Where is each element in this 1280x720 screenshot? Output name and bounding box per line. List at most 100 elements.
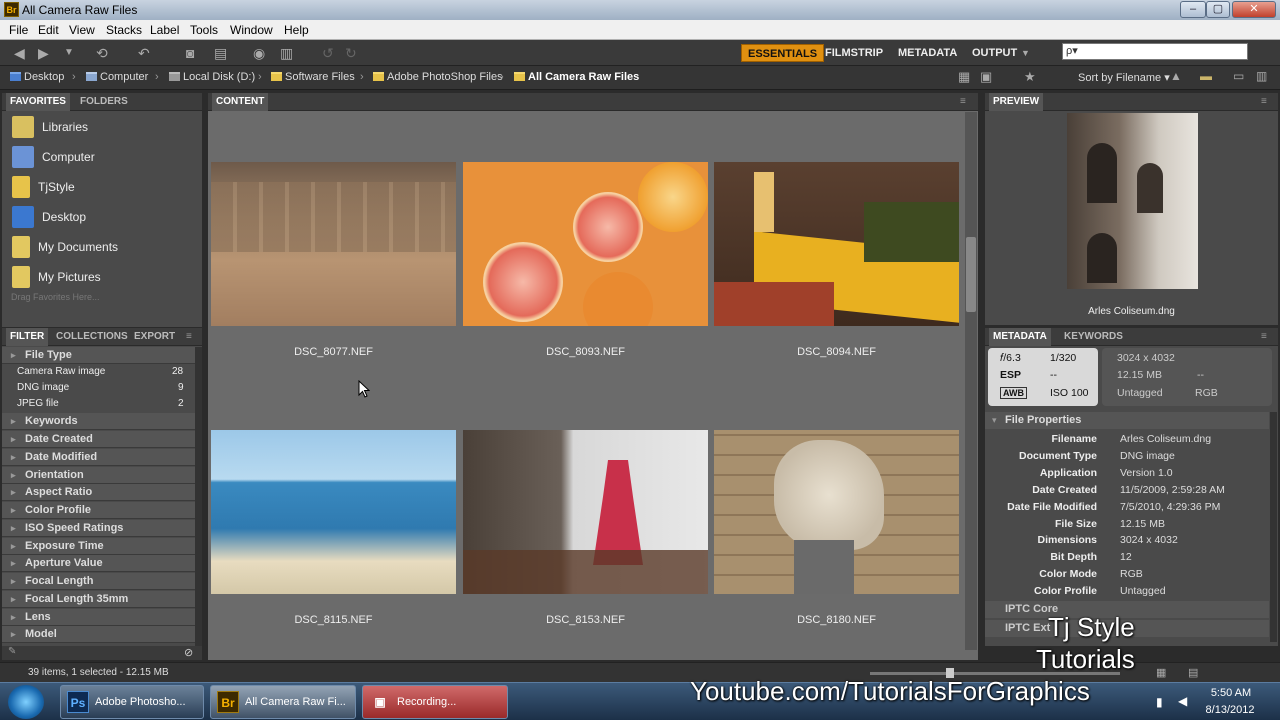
thumbnail-image[interactable]	[463, 162, 708, 326]
clock-time[interactable]: 5:50 AM	[1206, 687, 1256, 699]
thumbnail-image[interactable]	[714, 430, 959, 594]
panel-menu-icon[interactable]: ≡	[186, 331, 192, 342]
thumbnail-caption[interactable]: DSC_8180.NEF	[714, 614, 959, 626]
filter-iso[interactable]: ISO Speed Ratings	[2, 520, 195, 537]
thumbnail-caption[interactable]: DSC_8153.NEF	[463, 614, 708, 626]
workspace-output[interactable]: OUTPUT	[966, 44, 1023, 62]
volume-icon[interactable]: ◀	[1178, 694, 1187, 708]
breadcrumb-local-disk[interactable]: Local Disk (D:)	[169, 71, 255, 83]
clock-date[interactable]: 8/13/2012	[1200, 704, 1260, 716]
tab-preview[interactable]: PREVIEW	[989, 93, 1044, 111]
forward-icon[interactable]: ▶	[38, 45, 49, 62]
taskbar-bridge[interactable]: Br All Camera Raw Fi...	[210, 685, 356, 719]
favorite-my-pictures[interactable]: My Pictures	[12, 264, 101, 290]
favorite-desktop[interactable]: Desktop	[12, 204, 86, 230]
reveal-recent-icon[interactable]: ⟲	[96, 45, 108, 62]
filter-aperture[interactable]: Aperture Value	[2, 555, 195, 572]
filter-camera-raw[interactable]: Camera Raw image	[17, 366, 105, 377]
grid-view-icon[interactable]: ▦	[958, 69, 970, 85]
filter-scrollbar[interactable]	[195, 347, 202, 646]
new-folder-icon[interactable]: ▭	[1233, 69, 1244, 83]
taskbar-recording[interactable]: ▣ Recording...	[362, 685, 508, 719]
filter-jpeg[interactable]: JPEG file	[17, 398, 59, 409]
favorite-libraries[interactable]: Libraries	[12, 114, 88, 140]
filter-file-type[interactable]: File Type	[2, 347, 195, 364]
thumbnail-caption[interactable]: DSC_8077.NEF	[211, 346, 456, 358]
menu-label[interactable]: Label	[150, 23, 179, 37]
filter-lens[interactable]: Lens	[2, 609, 195, 626]
content-scrollbar[interactable]	[965, 112, 977, 650]
minimize-button[interactable]: –	[1180, 1, 1206, 18]
grid-lock-icon[interactable]: ▦	[1156, 666, 1166, 679]
thumbnail-view-icon[interactable]: ▤	[1188, 666, 1198, 679]
refine-icon[interactable]: ▤	[214, 45, 227, 62]
pin-icon[interactable]: ✎	[8, 646, 16, 657]
breadcrumb-camera-raw-files[interactable]: All Camera Raw Files	[514, 71, 639, 83]
filter-focal-length[interactable]: Focal Length	[2, 573, 195, 590]
maximize-button[interactable]: ▢	[1206, 1, 1230, 18]
favorite-tjstyle[interactable]: TjStyle	[12, 174, 75, 200]
thumbnail-caption[interactable]: DSC_8094.NEF	[714, 346, 959, 358]
filter-model[interactable]: Model	[2, 626, 195, 643]
sort-ascending-icon[interactable]: ▲	[1170, 69, 1182, 83]
boomerang-icon[interactable]: ↶	[138, 45, 150, 62]
taskbar-photoshop[interactable]: Ps Adobe Photosho...	[60, 685, 204, 719]
workspace-metadata[interactable]: METADATA	[892, 44, 963, 62]
menu-stacks[interactable]: Stacks	[106, 23, 142, 37]
menu-edit[interactable]: Edit	[38, 23, 59, 37]
filter-date-modified[interactable]: Date Modified	[2, 449, 195, 466]
open-folder-icon[interactable]: ▬	[1200, 69, 1212, 83]
rotate-right-icon[interactable]: ↻	[345, 45, 357, 62]
breadcrumb-photoshop-files[interactable]: Adobe PhotoShop Files	[373, 71, 503, 83]
preview-image[interactable]	[1067, 113, 1198, 289]
network-icon[interactable]: ▮	[1156, 695, 1163, 709]
tab-content[interactable]: CONTENT	[212, 93, 269, 111]
filter-orientation[interactable]: Orientation	[2, 467, 195, 484]
menu-view[interactable]: View	[69, 23, 95, 37]
workspace-essentials[interactable]: ESSENTIALS	[741, 44, 825, 62]
rotate-left-icon[interactable]: ↺	[322, 45, 334, 62]
workspace-dropdown-icon[interactable]: ▼	[1021, 48, 1030, 58]
trash-icon[interactable]: ▥	[1256, 69, 1267, 83]
metadata-scrollbar[interactable]	[1270, 412, 1277, 642]
tab-export[interactable]: EXPORT	[134, 331, 175, 342]
menu-file[interactable]: File	[9, 23, 28, 37]
menu-window[interactable]: Window	[230, 23, 273, 37]
breadcrumb-desktop[interactable]: Desktop	[10, 71, 64, 83]
tab-metadata[interactable]: METADATA	[989, 328, 1051, 346]
start-button[interactable]	[8, 685, 44, 719]
search-input[interactable]: ρ▾	[1062, 43, 1248, 60]
favorite-computer[interactable]: Computer	[12, 144, 95, 170]
panel-menu-icon[interactable]: ≡	[1261, 331, 1267, 342]
thumbnail-image[interactable]	[463, 430, 708, 594]
star-filter-icon[interactable]: ★	[1024, 69, 1036, 85]
thumbnail-caption[interactable]: DSC_8093.NEF	[463, 346, 708, 358]
thumbnail-image[interactable]	[211, 430, 456, 594]
favorite-my-documents[interactable]: My Documents	[12, 234, 118, 260]
filter-focal-length-35[interactable]: Focal Length 35mm	[2, 591, 195, 608]
menu-tools[interactable]: Tools	[190, 23, 218, 37]
tab-filter[interactable]: FILTER	[6, 328, 49, 346]
file-properties-header[interactable]: File Properties	[985, 412, 1269, 429]
filter-exposure-time[interactable]: Exposure Time	[2, 538, 195, 555]
panel-menu-icon[interactable]: ≡	[960, 96, 966, 107]
panel-menu-icon[interactable]: ≡	[1261, 96, 1267, 107]
tab-keywords[interactable]: KEYWORDS	[1064, 331, 1123, 342]
tab-folders[interactable]: FOLDERS	[80, 96, 128, 107]
filter-color-profile[interactable]: Color Profile	[2, 502, 195, 519]
sort-dropdown[interactable]: Sort by Filename ▾	[1078, 71, 1170, 84]
tab-favorites[interactable]: FAVORITES	[6, 93, 70, 111]
clear-filter-icon[interactable]: ⊘	[184, 646, 193, 659]
output-icon[interactable]: ▥	[280, 45, 293, 62]
recent-dropdown-icon[interactable]: ▼	[64, 47, 74, 58]
thumbnail-caption[interactable]: DSC_8115.NEF	[211, 614, 456, 626]
camera-icon[interactable]: ◙	[186, 45, 194, 61]
filter-dng[interactable]: DNG image	[17, 382, 69, 393]
breadcrumb-software-files[interactable]: Software Files	[271, 71, 355, 83]
close-button[interactable]: ✕	[1232, 1, 1276, 18]
thumbnail-quality-icon[interactable]: ▣	[980, 69, 992, 85]
workspace-filmstrip[interactable]: FILMSTRIP	[819, 44, 889, 62]
scrollbar-thumb[interactable]	[966, 237, 976, 312]
breadcrumb-computer[interactable]: Computer	[86, 71, 148, 83]
filter-keywords[interactable]: Keywords	[2, 413, 195, 430]
